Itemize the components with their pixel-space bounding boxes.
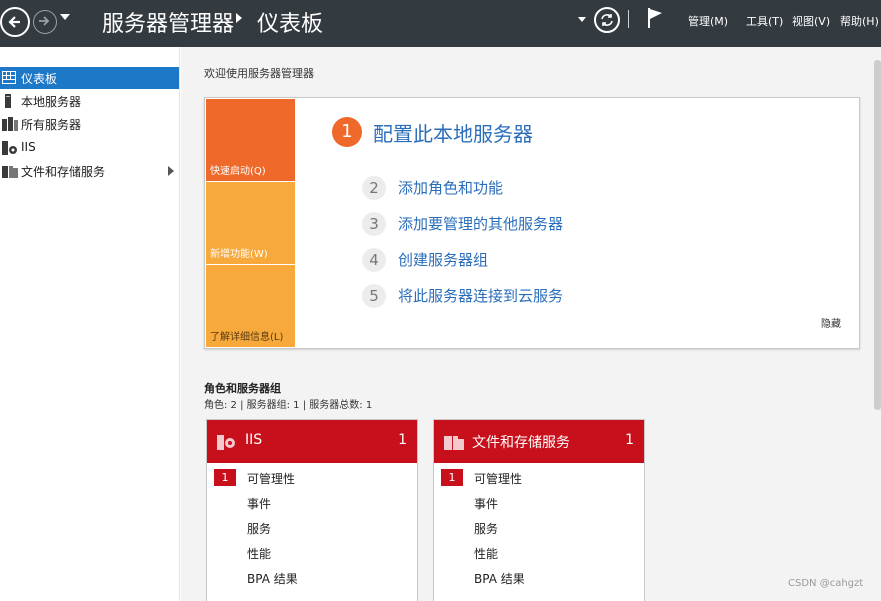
- roles-summary: 角色: 2 | 服务器组: 1 | 服务器总数: 1: [204, 400, 373, 411]
- row-label: 服务: [247, 522, 272, 536]
- toolbar-divider: [628, 10, 629, 28]
- row-label: 服务: [474, 522, 499, 536]
- watermark: CSDN @cahgzt: [788, 578, 864, 589]
- step-number: 4: [362, 248, 386, 272]
- tile-row-services[interactable]: 服务: [207, 516, 417, 538]
- link-add-other-servers[interactable]: 添加要管理的其他服务器: [398, 213, 563, 234]
- refresh-button[interactable]: [594, 7, 620, 33]
- sidebar-item-dashboard[interactable]: 仪表板: [0, 67, 179, 89]
- tile-row-manageability[interactable]: 1 可管理性: [207, 466, 417, 488]
- servers-icon: [2, 117, 18, 131]
- tab-label: 新增功能(W): [210, 249, 268, 260]
- sidebar-item-local-server[interactable]: 本地服务器: [0, 90, 179, 112]
- step-number: 3: [362, 212, 386, 236]
- forward-button[interactable]: [33, 10, 57, 34]
- step-number: 5: [362, 284, 386, 308]
- tile-header[interactable]: 文件和存储服务 1: [434, 420, 644, 463]
- server-icon: [5, 94, 11, 108]
- breadcrumb-separator-icon: [236, 13, 242, 23]
- history-dropdown-icon[interactable]: [60, 14, 70, 20]
- tab-quick-start[interactable]: 快速启动(Q): [206, 99, 295, 181]
- iis-icon: [217, 435, 235, 450]
- storage-icon: [2, 166, 18, 178]
- main-content: 欢迎使用服务器管理器 快速启动(Q) 新增功能(W) 了解详细信息(L) 1 配…: [181, 47, 881, 601]
- expand-arrow-icon[interactable]: [168, 166, 174, 176]
- page-title: 仪表板: [257, 12, 324, 37]
- tile-header[interactable]: IIS 1: [207, 420, 417, 463]
- tile-row-events[interactable]: 事件: [434, 491, 644, 513]
- row-label: BPA 结果: [247, 572, 298, 586]
- menu-tools[interactable]: 工具(T): [746, 13, 783, 29]
- tile-title: IIS: [245, 432, 263, 448]
- sidebar-item-label: IIS: [21, 140, 36, 154]
- row-label: 性能: [247, 547, 272, 561]
- link-connect-cloud[interactable]: 将此服务器连接到云服务: [398, 285, 563, 306]
- notifications-flag-icon[interactable]: [647, 6, 665, 30]
- sidebar-item-label: 仪表板: [21, 72, 58, 86]
- step-number: 2: [362, 176, 386, 200]
- arrow-right-icon: [39, 16, 50, 26]
- link-add-roles-features[interactable]: 添加角色和功能: [398, 177, 503, 198]
- title-bar: 服务器管理器 仪表板 管理(M) 工具(T) 视图(V) 帮助(H): [0, 0, 881, 47]
- storage-icon: [444, 436, 464, 450]
- menu-help[interactable]: 帮助(H): [840, 13, 879, 29]
- sidebar: 仪表板 本地服务器 所有服务器 IIS 文件和存储服务: [0, 47, 180, 601]
- row-label: BPA 结果: [474, 572, 525, 586]
- row-label: 可管理性: [247, 472, 296, 486]
- dashboard-icon: [2, 71, 16, 84]
- app-title: 服务器管理器: [102, 12, 235, 37]
- row-label: 性能: [474, 547, 499, 561]
- tile-row-manageability[interactable]: 1 可管理性: [434, 466, 644, 488]
- tile-row-events[interactable]: 事件: [207, 491, 417, 513]
- tile-count: 1: [398, 432, 407, 448]
- sidebar-item-label: 所有服务器: [21, 118, 82, 132]
- welcome-title: 欢迎使用服务器管理器: [204, 67, 314, 80]
- menu-view[interactable]: 视图(V): [792, 13, 830, 29]
- arrow-left-icon: [8, 16, 20, 28]
- tab-label: 快速启动(Q): [210, 166, 266, 177]
- iis-icon: [2, 141, 17, 155]
- sidebar-item-all-servers[interactable]: 所有服务器: [0, 113, 179, 135]
- tile-row-performance[interactable]: 性能: [207, 541, 417, 563]
- role-tile-file-storage: 文件和存储服务 1 1 可管理性 事件 服务 性能 BPA 结果: [433, 419, 645, 601]
- link-create-server-group[interactable]: 创建服务器组: [398, 249, 488, 270]
- tab-whats-new[interactable]: 新增功能(W): [206, 182, 295, 264]
- hide-link[interactable]: 隐藏: [821, 315, 841, 330]
- tile-count: 1: [625, 432, 634, 448]
- tab-label: 了解详细信息(L): [210, 332, 284, 343]
- tile-row-services[interactable]: 服务: [434, 516, 644, 538]
- role-tile-iis: IIS 1 1 可管理性 事件 服务 性能 BPA 结果: [206, 419, 418, 601]
- sidebar-item-file-storage[interactable]: 文件和存储服务: [0, 160, 179, 182]
- roles-title: 角色和服务器组: [204, 382, 281, 395]
- sidebar-item-label: 文件和存储服务: [21, 165, 106, 179]
- tile-row-bpa[interactable]: BPA 结果: [434, 566, 644, 588]
- status-badge: 1: [441, 469, 463, 486]
- tile-row-performance[interactable]: 性能: [434, 541, 644, 563]
- sidebar-item-iis[interactable]: IIS: [0, 137, 179, 159]
- back-button[interactable]: [0, 7, 30, 37]
- tile-title: 文件和存储服务: [472, 435, 570, 451]
- status-badge: 1: [214, 469, 236, 486]
- row-label: 事件: [474, 497, 499, 511]
- row-label: 事件: [247, 497, 272, 511]
- tile-row-bpa[interactable]: BPA 结果: [207, 566, 417, 588]
- refresh-icon: [601, 14, 613, 26]
- link-configure-local-server[interactable]: 配置此本地服务器: [373, 118, 533, 147]
- quickstart-panel: 快速启动(Q) 新增功能(W) 了解详细信息(L) 1 配置此本地服务器 2 添…: [204, 97, 860, 349]
- menu-manage[interactable]: 管理(M): [688, 13, 728, 29]
- refresh-dropdown-icon[interactable]: [578, 17, 586, 22]
- step-number: 1: [332, 117, 362, 147]
- sidebar-item-label: 本地服务器: [21, 95, 82, 109]
- row-label: 可管理性: [474, 472, 523, 486]
- vertical-scrollbar[interactable]: [874, 60, 881, 410]
- tab-learn-more[interactable]: 了解详细信息(L): [206, 265, 295, 347]
